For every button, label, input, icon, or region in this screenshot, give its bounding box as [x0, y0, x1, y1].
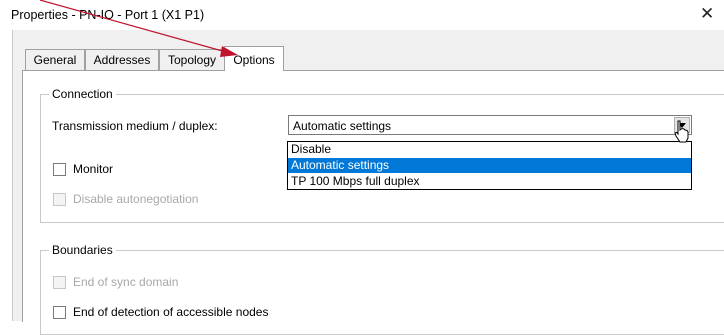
- window-title: Properties - PN-IO - Port 1 (X1 P1): [11, 8, 205, 22]
- medium-combobox[interactable]: Automatic settings: [288, 115, 692, 135]
- medium-dropdown-list: Disable Automatic settings TP 100 Mbps f…: [287, 141, 692, 190]
- tab-general[interactable]: General: [25, 49, 85, 70]
- disable-autoneg-checkbox[interactable]: [53, 193, 66, 206]
- medium-combobox-value: Automatic settings: [293, 119, 392, 133]
- monitor-checkbox[interactable]: [53, 163, 66, 176]
- close-icon[interactable]: ✕: [700, 5, 714, 23]
- mouse-pointer-icon: [674, 120, 689, 143]
- monitor-label: Monitor: [73, 162, 114, 176]
- disable-autoneg-label: Disable autonegotiation: [73, 192, 199, 206]
- medium-option-disable[interactable]: Disable: [288, 142, 691, 157]
- boundaries-group: Boundaries: [40, 243, 724, 335]
- medium-label: Transmission medium / duplex:: [52, 119, 218, 133]
- title-bar: Properties - PN-IO - Port 1 (X1 P1) ✕: [0, 0, 724, 30]
- end-of-detection-checkbox[interactable]: [53, 306, 66, 319]
- end-of-sync-label: End of sync domain: [73, 275, 179, 289]
- connection-group-label: Connection: [52, 87, 113, 101]
- medium-option-tp100[interactable]: TP 100 Mbps full duplex: [288, 174, 691, 189]
- medium-option-automatic[interactable]: Automatic settings: [288, 158, 691, 173]
- boundaries-group-label: Boundaries: [52, 243, 113, 257]
- tab-options[interactable]: Options: [224, 46, 284, 71]
- end-of-sync-checkbox[interactable]: [53, 276, 66, 289]
- end-of-detection-label: End of detection of accessible nodes: [73, 305, 269, 319]
- tab-topology[interactable]: Topology: [159, 49, 225, 70]
- tab-addresses[interactable]: Addresses: [85, 49, 159, 70]
